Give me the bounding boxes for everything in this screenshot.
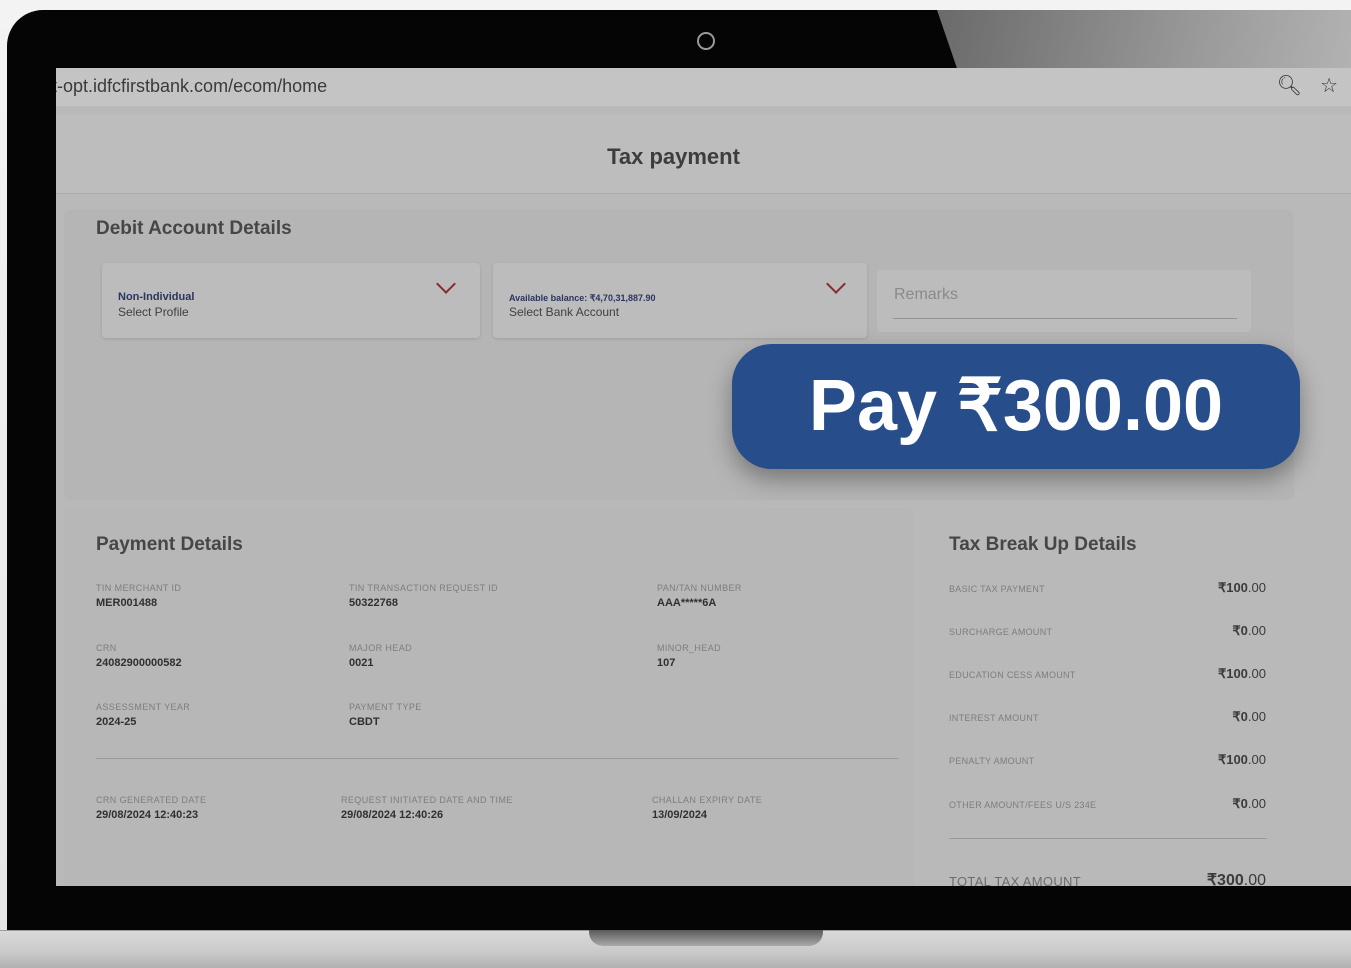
tax-row-label: OTHER AMOUNT/FEES U/S 234E [949,800,1097,810]
field-value: CBDT [349,716,380,728]
field-value: 107 [657,657,676,669]
section-divider [96,758,898,759]
payment-section-title: Payment Details [96,534,243,555]
tax-row-amount: ₹0.00 [1232,709,1266,724]
field-value: 50322768 [349,597,398,609]
tax-row-label: INTEREST AMOUNT [949,713,1039,723]
browser-url-bar[interactable]: t-opt.idfcfirstbank.com/ecom/home 🔍︎☆ [56,68,1351,106]
zoom-icon[interactable]: 🔍︎ [1277,75,1320,97]
date-label: REQUEST INITIATED DATE AND TIME [341,795,513,805]
field-value: AAA*****6A [657,597,717,609]
total-tax-label: TOTAL TAX AMOUNT [949,874,1081,886]
field-label: MINOR_HEAD [657,643,722,653]
browser-tools: 🔍︎☆ [1277,70,1351,102]
tax-row-label: PENALTY AMOUNT [949,756,1035,766]
remarks-placeholder: Remarks [894,286,959,303]
date-value: 29/08/2024 12:40:26 [341,809,444,821]
tax-row-amount: ₹0.00 [1232,623,1266,638]
debit-section-title: Debit Account Details [96,218,292,239]
date-value: 29/08/2024 12:40:23 [96,809,199,821]
tax-row-label: EDUCATION CESS AMOUNT [949,670,1076,680]
field-value: 2024-25 [96,716,137,728]
tax-breakup-panel [924,508,1351,886]
date-label: CRN GENERATED DATE [96,795,207,805]
laptop-mockup: t-opt.idfcfirstbank.com/ecom/home 🔍︎☆ Ta… [0,0,1351,968]
field-label: TIN MERCHANT ID [96,583,182,593]
profile-select[interactable]: Non-Individual Select Profile [102,263,480,338]
tax-row-label: SURCHARGE AMOUNT [949,627,1053,637]
field-value: MER001488 [96,597,158,609]
remarks-underline [893,318,1237,319]
available-balance: Available balance: ₹4,70,31,887.90 [509,293,656,303]
date-value: 13/09/2024 [652,809,708,821]
tax-breakup-title: Tax Break Up Details [949,534,1137,555]
field-value: 24082900000582 [96,657,182,669]
tax-row-amount: ₹100.00 [1217,580,1266,595]
date-label: CHALLAN EXPIRY DATE [652,795,763,805]
pay-button[interactable]: Pay ₹300.00 [732,344,1300,469]
laptop-notch [589,930,823,946]
camera-icon [697,32,715,50]
laptop-lid: t-opt.idfcfirstbank.com/ecom/home 🔍︎☆ Ta… [7,10,1351,940]
profile-label: Select Profile [118,305,189,319]
tax-row-label: BASIC TAX PAYMENT [949,584,1045,594]
tax-row-amount: ₹100.00 [1217,666,1266,681]
field-label: PAN/TAN NUMBER [657,583,742,593]
payment-details-panel [64,508,914,886]
field-label: PAYMENT TYPE [349,702,422,712]
field-value: 0021 [349,657,374,669]
field-label: TIN TRANSACTION REQUEST ID [349,583,499,593]
tax-row-amount: ₹0.00 [1232,796,1266,811]
tax-row-amount: ₹100.00 [1217,752,1266,767]
laptop-screen: t-opt.idfcfirstbank.com/ecom/home 🔍︎☆ Ta… [56,68,1351,886]
remarks-input[interactable]: Remarks [877,270,1251,332]
star-icon[interactable]: ☆ [1320,75,1351,97]
chevron-down-icon[interactable] [436,274,456,294]
field-label: ASSESSMENT YEAR [96,702,191,712]
bank-account-label: Select Bank Account [509,305,620,319]
bank-account-select[interactable]: Available balance: ₹4,70,31,887.90 Selec… [493,263,867,338]
chevron-down-icon[interactable] [826,274,846,294]
url-text[interactable]: t-opt.idfcfirstbank.com/ecom/home [56,70,327,102]
profile-value: Non-Individual [118,291,195,303]
page-title: Tax payment [607,144,740,169]
field-label: CRN [96,643,117,653]
page-header: Tax payment [56,114,1351,194]
total-tax-amount: ₹300.00 [1206,872,1266,886]
tax-divider [949,838,1267,839]
field-label: MAJOR HEAD [349,643,413,653]
